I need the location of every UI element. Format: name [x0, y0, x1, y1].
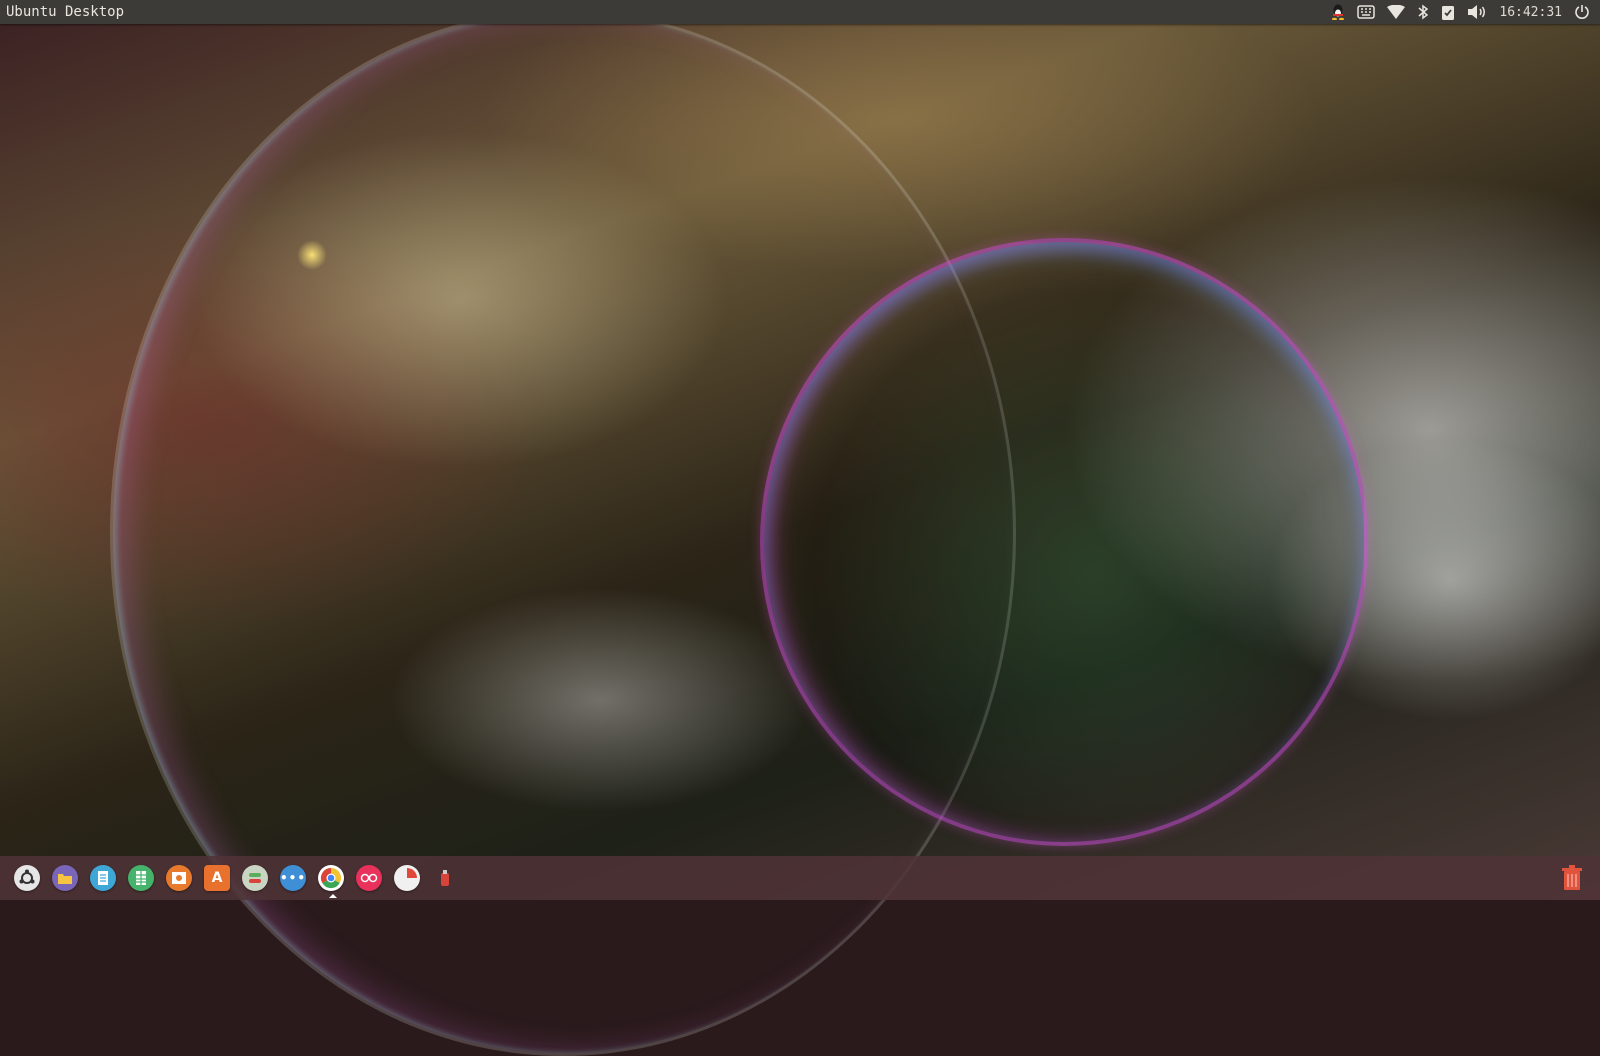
mixer-icon[interactable] [242, 865, 268, 891]
qq-icon[interactable] [1325, 0, 1351, 24]
wifi-icon[interactable] [1381, 0, 1411, 24]
chat-icon[interactable]: ••• [280, 865, 306, 891]
running-indicator [329, 894, 337, 898]
bluetooth-icon[interactable] [1411, 0, 1435, 24]
clock[interactable]: 16:42:31 [1493, 5, 1568, 20]
usb-icon[interactable] [432, 865, 458, 891]
trash-icon[interactable] [1558, 864, 1586, 892]
software-bag-icon[interactable]: A [204, 865, 230, 891]
document-icon[interactable] [90, 865, 116, 891]
bottom-dock: A ••• [0, 856, 1600, 900]
chrome-icon[interactable] [318, 865, 344, 898]
small-bubble-decoration [760, 238, 1368, 846]
presentation-icon[interactable] [166, 865, 192, 891]
volume-icon[interactable] [1461, 0, 1493, 24]
top-panel: Ubuntu Desktop 16:42:31 [0, 0, 1600, 24]
desktop-wallpaper [0, 0, 1600, 1056]
power-icon[interactable] [1568, 0, 1596, 24]
folder-icon[interactable] [52, 865, 78, 891]
keyboard-icon[interactable] [1351, 0, 1381, 24]
flickr-icon[interactable] [356, 865, 382, 891]
ubuntu-logo-icon[interactable] [14, 865, 40, 891]
clipboard-icon[interactable] [1435, 0, 1461, 24]
launcher: A ••• [0, 865, 464, 898]
pie-icon[interactable] [394, 865, 420, 891]
spreadsheet-icon[interactable] [128, 865, 154, 891]
light-glow-decoration [297, 240, 327, 270]
panel-title: Ubuntu Desktop [6, 4, 125, 20]
indicator-area: 16:42:31 [1325, 0, 1600, 24]
